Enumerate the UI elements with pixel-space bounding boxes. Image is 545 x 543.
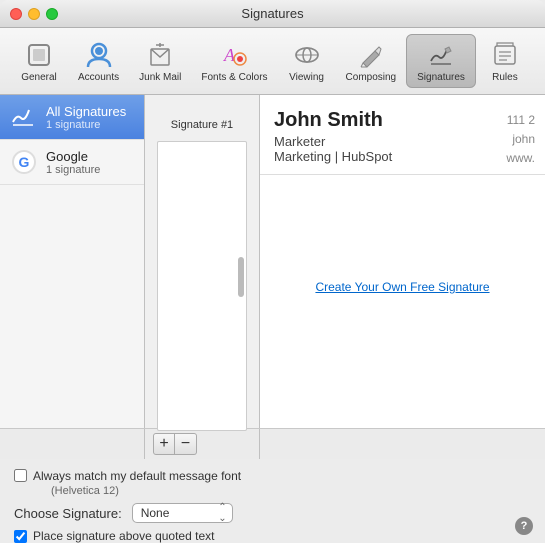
always-match-sublabel: (Helvetica 12)	[33, 485, 241, 497]
viewing-label: Viewing	[289, 72, 324, 83]
title-bar: Signatures	[0, 0, 545, 28]
traffic-lights	[10, 8, 58, 20]
rules-label: Rules	[492, 72, 518, 83]
all-signatures-title: All Signatures	[46, 104, 126, 119]
fonts-colors-icon: A	[218, 39, 250, 71]
junk-mail-icon	[144, 39, 176, 71]
always-match-checkbox[interactable]	[14, 469, 27, 482]
google-title: Google	[46, 149, 100, 164]
choose-sig-row: Choose Signature: None Signature #1 ⌃⌄	[14, 503, 531, 523]
toolbar-item-signatures[interactable]: Signatures	[406, 34, 476, 88]
list-item-google[interactable]: G Google 1 signature	[0, 140, 144, 185]
google-g-letter: G	[12, 150, 36, 174]
toolbar-item-composing[interactable]: Composing	[336, 35, 407, 87]
toolbar-item-rules[interactable]: Rules	[476, 35, 534, 87]
toolbar-item-viewing[interactable]: Viewing	[278, 35, 336, 87]
always-match-row: Always match my default message font (He…	[14, 467, 531, 497]
choose-sig-label: Choose Signature:	[14, 506, 122, 521]
contact-line1: 111 2	[507, 113, 535, 127]
all-signatures-text: All Signatures 1 signature	[46, 104, 126, 131]
accounts-label: Accounts	[78, 72, 119, 83]
signature-item[interactable]	[157, 141, 247, 431]
contact-line3: www.	[506, 151, 535, 165]
help-button[interactable]: ?	[515, 517, 533, 535]
minimize-button[interactable]	[28, 8, 40, 20]
composing-icon	[355, 39, 387, 71]
viewing-icon	[291, 39, 323, 71]
place-sig-checkbox[interactable]	[14, 530, 27, 543]
sig-title: Marketer	[274, 134, 531, 149]
contact-line2: john	[512, 132, 535, 146]
right-panel: John Smith Marketer Marketing | HubSpot …	[260, 95, 545, 428]
mid-panel: Signature #1	[145, 95, 260, 428]
signatures-label: Signatures	[417, 72, 465, 83]
list-item-all-signatures[interactable]: All Signatures 1 signature	[0, 95, 144, 140]
always-match-label: Always match my default message font	[33, 469, 241, 483]
signature-item-label: Signature #1	[157, 115, 247, 131]
fonts-colors-label: Fonts & Colors	[201, 72, 267, 83]
general-icon	[23, 39, 55, 71]
place-sig-row: Place signature above quoted text	[14, 529, 531, 543]
all-signatures-sublabel: 1 signature	[46, 119, 126, 131]
close-button[interactable]	[10, 8, 22, 20]
window-title: Signatures	[241, 6, 303, 21]
composing-label: Composing	[346, 72, 397, 83]
signature-preview-inner: John Smith Marketer Marketing | HubSpot …	[260, 95, 545, 428]
all-signatures-icon	[10, 103, 38, 131]
accounts-icon	[83, 39, 115, 71]
signatures-icon	[425, 39, 457, 71]
left-panel: All Signatures 1 signature G Google 1 si…	[0, 95, 145, 428]
sig-company: Marketing | HubSpot	[274, 149, 531, 164]
place-sig-label: Place signature above quoted text	[33, 529, 214, 543]
create-sig-link[interactable]: Create Your Own Free Signature	[299, 264, 505, 310]
google-text: Google 1 signature	[46, 149, 100, 176]
general-label: General	[21, 72, 57, 83]
sig-contact: 111 2 john www.	[506, 111, 535, 169]
google-sublabel: 1 signature	[46, 164, 100, 176]
toolbar-item-junk-mail[interactable]: Junk Mail	[129, 35, 191, 87]
toolbar-item-general[interactable]: General	[10, 35, 68, 87]
rules-icon	[489, 39, 521, 71]
sig-name: John Smith	[274, 109, 531, 132]
toolbar-item-accounts[interactable]: Accounts	[68, 35, 129, 87]
toolbar: General Accounts Junk Mail A	[0, 28, 545, 95]
google-icon: G	[10, 148, 38, 176]
choose-sig-select[interactable]: None Signature #1	[132, 503, 233, 523]
sig-wrapper: Signature #1	[145, 95, 259, 439]
toolbar-item-fonts-colors[interactable]: A Fonts & Colors	[191, 35, 277, 87]
maximize-button[interactable]	[46, 8, 58, 20]
junk-mail-label: Junk Mail	[139, 72, 181, 83]
scrollbar-thumb	[238, 257, 244, 297]
choose-sig-select-wrapper: None Signature #1 ⌃⌄	[132, 503, 233, 523]
